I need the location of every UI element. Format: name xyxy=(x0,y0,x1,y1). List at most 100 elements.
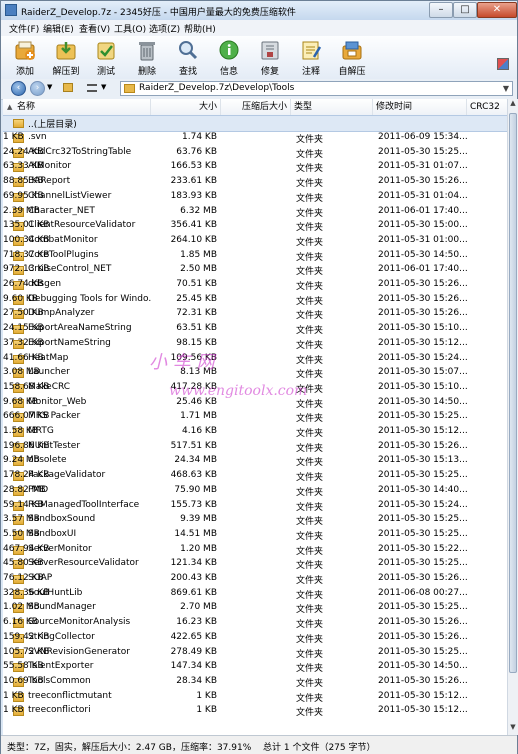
delete-button[interactable]: 删除 xyxy=(130,39,164,77)
vertical-scrollbar[interactable]: ▲ ▼ xyxy=(507,99,518,735)
row-size: 16.23 KB xyxy=(176,617,217,628)
file-row[interactable]: Character_NET 6.32 MB 2.39 MB 文件夹 2011-06-01… xyxy=(3,205,507,220)
file-row[interactable]: PMD 75.90 MB 28.82 MB 文件夹 2011-05-30 14:40..… xyxy=(3,484,507,499)
file-row[interactable]: SoundManager 2.70 MB 1.02 MB 文件夹 2011-05-30 … xyxy=(3,601,507,616)
row-compressed-size: 158.68 KB xyxy=(3,381,50,392)
file-row[interactable]: AddCrc32ToStringTable 63.76 KB 24.24 KB 文件夹… xyxy=(3,146,507,161)
file-row[interactable]: ExportNameString 98.15 KB 37.32 KB 文件夹 2011-… xyxy=(3,337,507,352)
file-row[interactable]: SoulHuntLib 869.61 KB 328.36 KB 文件夹 2011-06-… xyxy=(3,587,507,602)
search-button[interactable]: 查找 xyxy=(171,39,205,77)
file-row[interactable]: BAReport 233.61 KB 88.85 KB 文件夹 2011-05-30 1… xyxy=(3,175,507,190)
row-compressed-size: 76.12 KB xyxy=(3,573,44,583)
view-dropdown-icon[interactable]: ▼ xyxy=(101,83,106,91)
file-row[interactable]: ToolsCommon 28.34 KB 10.69 KB 文件夹 2011-05-30… xyxy=(3,675,507,690)
comment-button[interactable]: 注释 xyxy=(294,39,328,77)
back-button[interactable]: ‹ xyxy=(11,81,26,96)
close-button[interactable]: ✕ xyxy=(477,2,517,18)
up-folder-icon[interactable] xyxy=(63,83,73,92)
file-row[interactable]: Launcher 8.13 MB 3.08 MB 文件夹 2011-05-30 15:0… xyxy=(3,366,507,381)
row-size: 2.50 MB xyxy=(180,264,217,275)
scroll-up-icon[interactable]: ▲ xyxy=(508,99,518,111)
file-row[interactable]: RSManagedToolInterface 155.73 KB 59.14 KB 文… xyxy=(3,499,507,514)
scroll-thumb[interactable] xyxy=(509,113,517,673)
title-bar[interactable]: RaiderZ_Develop.7z - 2345好压 - 中国用户量最大的免费… xyxy=(1,1,517,20)
address-field[interactable]: RaiderZ_Develop.7z\Develop\Tools ▼ xyxy=(120,81,513,96)
col-name[interactable]: 名称 xyxy=(3,99,151,115)
view-mode-icon[interactable] xyxy=(497,58,509,70)
file-list[interactable]: ..(上层目录) .svn 1.74 KB 1 KB 文件夹 2011-06-09 15… xyxy=(3,115,507,735)
file-row[interactable]: AIMonitor 166.53 KB 63.33 KB 文件夹 2011-05-31 … xyxy=(3,160,507,175)
menu-view[interactable]: 查看(V) xyxy=(79,22,110,35)
file-row[interactable]: SVNRevisionGenerator 278.49 KB 105.72 KB 文件… xyxy=(3,646,507,661)
col-size[interactable]: 大小 xyxy=(151,99,221,115)
file-row[interactable]: MRS Packer 1.71 MB 666.07 KB 文件夹 2011-05-30 … xyxy=(3,410,507,425)
row-type: 文件夹 xyxy=(296,237,324,248)
file-row[interactable]: treeconflictori 1 KB 1 KB 文件夹 2011-05-30 15:… xyxy=(3,704,507,719)
file-row[interactable]: SourceMonitorAnalysis 16.23 KB 6.16 KB 文件夹 2… xyxy=(3,616,507,631)
col-crc32[interactable]: CRC32 xyxy=(467,99,507,115)
maximize-button[interactable]: □ xyxy=(453,2,477,18)
row-name: HeatMap xyxy=(28,352,69,363)
file-row[interactable]: .svn 1.74 KB 1 KB 文件夹 2011-06-09 15:34... xyxy=(3,131,507,146)
file-row[interactable]: treeconflictmutant 1 KB 1 KB 文件夹 2011-05-30 … xyxy=(3,690,507,705)
row-size: 517.51 KB xyxy=(170,440,217,451)
menu-file[interactable]: 文件(F) xyxy=(9,22,39,35)
view-list-icon[interactable] xyxy=(87,84,97,92)
menu-help[interactable]: 帮助(H) xyxy=(184,22,216,35)
minimize-button[interactable]: – xyxy=(429,2,453,18)
row-compressed-size: 3.08 MB xyxy=(3,367,40,378)
file-row[interactable]: CombatMonitor 264.10 KB 100.34 KB 文件夹 2011-0… xyxy=(3,234,507,249)
file-row[interactable]: ServerResourceValidator 121.34 KB 45.80 KB… xyxy=(3,557,507,572)
row-type: 文件夹 xyxy=(296,458,324,469)
file-row[interactable]: ddsgen 70.51 KB 26.74 KB 文件夹 2011-05-30 15:2… xyxy=(3,278,507,293)
history-dropdown-icon[interactable]: ▼ xyxy=(47,83,52,91)
col-type[interactable]: 类型 xyxy=(291,99,373,115)
extract-to-button[interactable]: 解压到 xyxy=(49,39,83,77)
add-button[interactable]: 添加 xyxy=(8,39,42,77)
row-compressed-size: 27.50 KB xyxy=(3,308,44,319)
parent-directory-row[interactable]: ..(上层目录) xyxy=(3,115,507,132)
menu-edit[interactable]: 编辑(E) xyxy=(43,22,74,35)
menu-options[interactable]: 选项(Z) xyxy=(149,22,180,35)
row-type: 文件夹 xyxy=(296,487,324,498)
file-row[interactable]: SandboxUI 14.51 MB 5.50 MB 文件夹 2011-05-30 15… xyxy=(3,528,507,543)
row-modified: 2011-05-30 15:25... xyxy=(378,646,468,657)
info-button[interactable]: 信息 xyxy=(212,39,246,77)
file-row[interactable]: CoreToolPlugins 1.85 MB 718.37 KB 文件夹 2011-0… xyxy=(3,249,507,264)
row-type: 文件夹 xyxy=(296,149,324,160)
file-row[interactable]: CruiseControl_NET 2.50 MB 972.13 KB 文件夹 2011… xyxy=(3,263,507,278)
menu-tools[interactable]: 工具(O) xyxy=(114,22,146,35)
file-row[interactable]: ChannelListViewer 183.93 KB 69.95 KB 文件夹 201… xyxy=(3,190,507,205)
status-total: 总计 1 个文件（275 字节） xyxy=(263,743,376,753)
file-row[interactable]: ServerMonitor 1.20 MB 467.94 KB 文件夹 2011-05-… xyxy=(3,543,507,558)
row-type: 文件夹 xyxy=(296,502,324,513)
file-row[interactable]: ExportAreaNameString 63.51 KB 24.15 KB 文件夹 2… xyxy=(3,322,507,337)
row-name: ..(上层目录) xyxy=(28,120,77,130)
row-name: SourceMonitorAnalysis xyxy=(28,617,131,628)
file-row[interactable]: Debugging Tools for Windo... 25.45 KB 9.60… xyxy=(3,293,507,308)
col-modified[interactable]: 修改时间 xyxy=(373,99,467,115)
scroll-down-icon[interactable]: ▼ xyxy=(508,723,518,735)
file-row[interactable]: PackageValidator 468.63 KB 178.24 KB 文件夹 201… xyxy=(3,469,507,484)
file-row[interactable]: SandboxSound 9.39 MB 3.57 MB 文件夹 2011-05-30 … xyxy=(3,513,507,528)
forward-button[interactable]: › xyxy=(30,81,45,96)
row-modified: 2011-05-30 15:12... xyxy=(378,705,468,716)
file-row[interactable]: obsolete 24.34 MB 9.24 MB 文件夹 2011-05-30 15:… xyxy=(3,454,507,469)
file-row[interactable]: SOAP 200.43 KB 76.12 KB 文件夹 2011-05-30 15:26… xyxy=(3,572,507,587)
col-compressed-size[interactable]: 压缩后大小 xyxy=(221,99,291,115)
file-row[interactable]: NUnitTester 517.51 KB 196.86 KB 文件夹 2011-05-… xyxy=(3,440,507,455)
sfx-button[interactable]: 自解压 xyxy=(335,39,369,77)
address-dropdown-icon[interactable]: ▼ xyxy=(503,82,509,95)
row-type: 文件夹 xyxy=(296,223,324,234)
row-modified: 2011-05-31 01:07... xyxy=(378,161,468,172)
repair-button[interactable]: 修复 xyxy=(253,39,287,77)
file-row[interactable]: HeatMap 109.56 KB 41.66 KB 文件夹 2011-05-30 15… xyxy=(3,352,507,367)
file-row[interactable]: TalentExporter 147.34 KB 55.58 KB 文件夹 2011-0… xyxy=(3,660,507,675)
file-row[interactable]: StringCollector 422.65 KB 159.42 KB 文件夹 2011… xyxy=(3,631,507,646)
file-row[interactable]: MRTG 4.16 KB 1.58 KB 文件夹 2011-05-30 15:12... xyxy=(3,425,507,440)
row-modified: 2011-05-30 15:25... xyxy=(378,470,468,481)
row-compressed-size: 972.13 KB xyxy=(3,264,50,275)
test-button[interactable]: 测试 xyxy=(89,39,123,77)
file-row[interactable]: ClientResourceValidator 356.41 KB 135.01 K… xyxy=(3,219,507,234)
file-row[interactable]: DumpAnalyzer 72.31 KB 27.50 KB 文件夹 2011-05-3… xyxy=(3,307,507,322)
